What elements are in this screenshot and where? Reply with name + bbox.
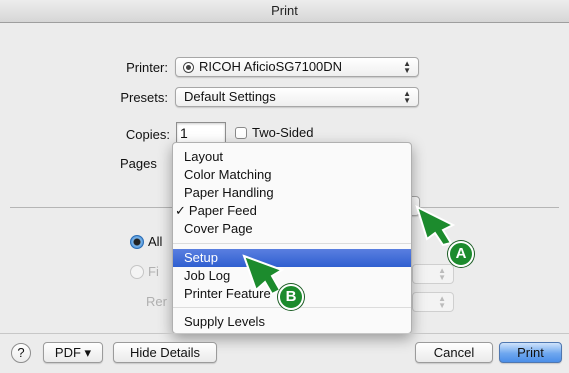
presets-select[interactable]: Default Settings ▲ ▼ [175, 87, 419, 107]
copies-label: Copies: [125, 127, 170, 142]
updown-arrows-icon: ▲ ▼ [403, 59, 411, 75]
menu-item-color-matching[interactable]: Color Matching [173, 166, 411, 184]
menu-item-label: Cover Page [184, 221, 253, 236]
presets-value: Default Settings [184, 89, 276, 104]
updown-arrows-icon: ▲ ▼ [438, 266, 446, 282]
printer-status-icon [184, 63, 193, 72]
help-button[interactable]: ? [11, 343, 31, 363]
presets-label: Presets: [120, 90, 168, 105]
two-sided-checkbox[interactable] [235, 127, 247, 139]
menu-item-label: Layout [184, 149, 224, 164]
first-page-select: ▲ ▼ [412, 264, 454, 284]
menu-item-supply-levels[interactable]: Supply Levels [173, 313, 411, 331]
all-pages-label: All [148, 234, 163, 249]
footer-separator [0, 333, 569, 334]
copies-field[interactable]: 1 [176, 122, 226, 144]
menu-item-layout[interactable]: Layout [173, 148, 411, 166]
all-pages-radio[interactable] [130, 235, 144, 249]
menu-item-label: Color Matching [184, 167, 272, 182]
callout-arrow-a [415, 205, 456, 247]
menu-separator [173, 243, 411, 244]
menu-item-label: Supply Levels [184, 314, 265, 329]
window-title: Print [0, 0, 569, 23]
menu-item-paper-feed[interactable]: ✓ Paper Feed [173, 202, 411, 220]
menu-item-cover-page[interactable]: Cover Page [173, 220, 411, 238]
updown-arrows-icon: ▲ ▼ [403, 89, 411, 105]
menu-item-label: Job Log [184, 268, 231, 283]
cancel-button[interactable]: Cancel [415, 342, 493, 363]
first-page-label: Fi [148, 264, 159, 279]
printer-label: Printer: [126, 60, 168, 75]
pages-label: Pages [120, 156, 157, 171]
two-sided-label: Two-Sided [252, 125, 314, 140]
menu-item-label: Setup [184, 250, 218, 265]
remaining-select: ▲ ▼ [412, 292, 454, 312]
print-button[interactable]: Print [499, 342, 562, 363]
first-page-radio[interactable] [130, 265, 144, 279]
checkmark-icon: ✓ [175, 203, 186, 218]
printer-select[interactable]: RICOH AficioSG7100DN ▲ ▼ [175, 57, 419, 77]
menu-item-label: Paper Feed [188, 203, 257, 218]
updown-arrows-icon: ▲ ▼ [438, 294, 446, 310]
menu-item-paper-handling[interactable]: Paper Handling [173, 184, 411, 202]
render-label: Rer [146, 294, 167, 309]
hide-details-button[interactable]: Hide Details [113, 342, 217, 363]
callout-badge-a: A [448, 241, 474, 267]
printer-value: RICOH AficioSG7100DN [199, 59, 343, 74]
menu-item-label: Paper Handling [184, 185, 274, 200]
callout-badge-b: B [278, 284, 304, 310]
pdf-button[interactable]: PDF ▾ [43, 342, 103, 363]
